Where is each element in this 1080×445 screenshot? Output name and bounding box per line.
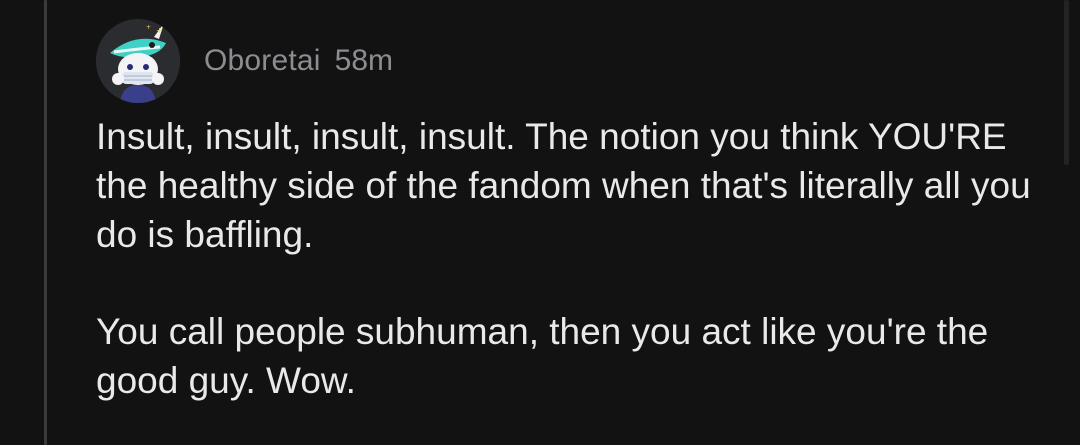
comment-header: + + + Oboretai 58m [96,18,1056,104]
snoo-avatar-icon: + + + [96,19,180,103]
timestamp: 58m [334,44,394,77]
comment: + + + Oboretai 58m Insult, insult, insul… [96,18,1056,445]
thread-line[interactable] [44,0,47,445]
svg-text:+: + [166,23,172,31]
username-link[interactable]: Oboretai [204,44,321,78]
svg-text:+: + [156,26,163,35]
comment-body: Insult, insult, insult, insult. The noti… [96,112,1056,405]
svg-text:+: + [146,24,151,31]
scrollbar[interactable] [1064,0,1069,165]
comment-paragraph: Insult, insult, insult, insult. The noti… [96,116,1031,255]
comment-paragraph: You call people subhuman, then you act l… [96,311,989,401]
avatar[interactable]: + + + [96,19,180,103]
